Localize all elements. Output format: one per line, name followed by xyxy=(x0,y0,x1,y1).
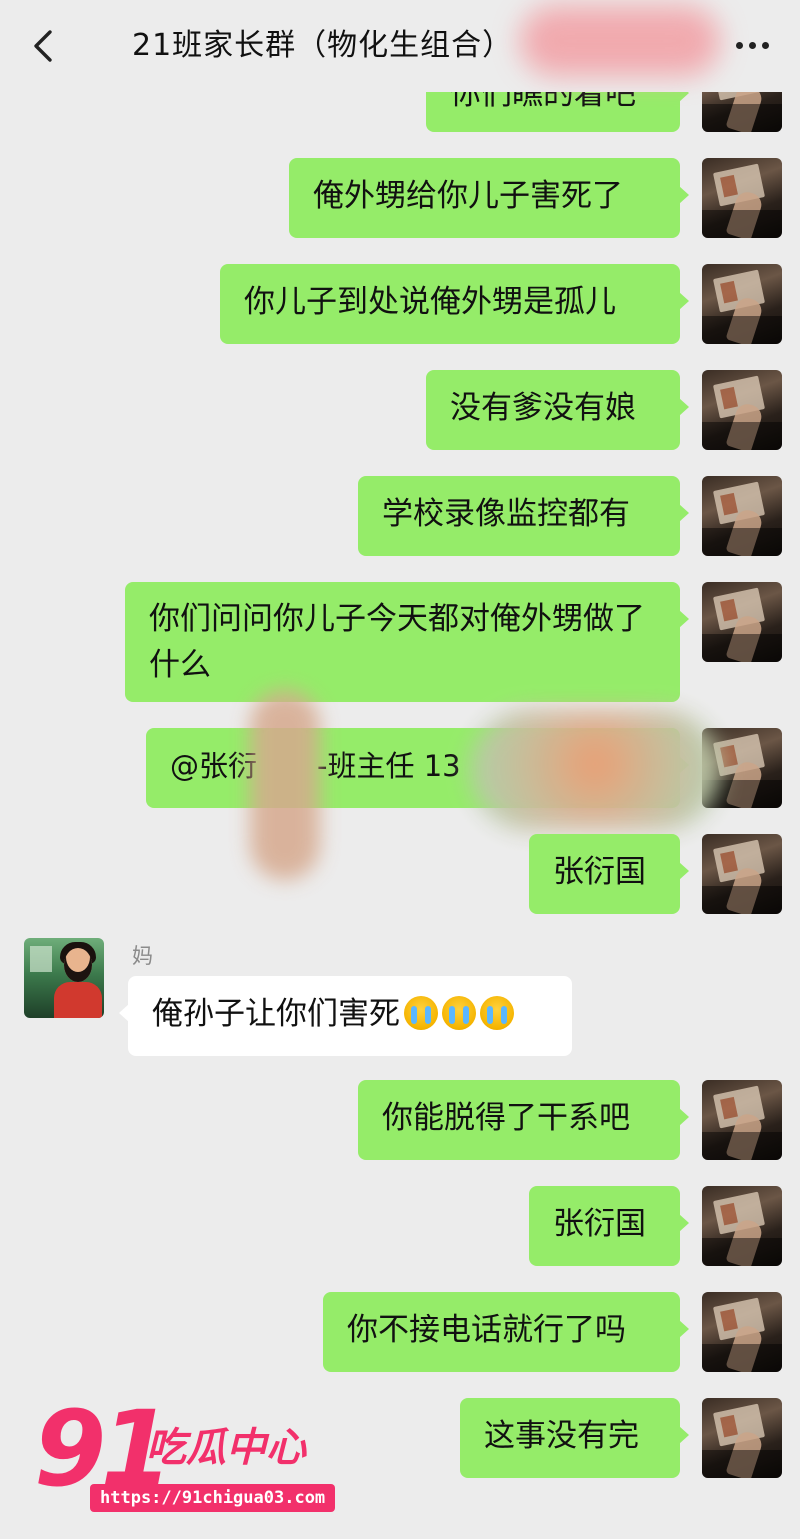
message-text: 俺外甥给你儿子害死了 xyxy=(313,178,623,214)
message-text: 俺孙子让你们害死 xyxy=(152,996,400,1032)
sender-avatar[interactable] xyxy=(702,158,782,238)
message-text: 你们问问你儿子今天都对俺外甥做了什么 xyxy=(149,601,645,683)
message-bubble[interactable]: 学校录像监控都有 xyxy=(358,476,689,556)
redaction-blur xyxy=(250,690,320,880)
mention-text-start: @张衍 xyxy=(170,749,258,783)
message-text: 没有爹没有娘 xyxy=(450,390,636,426)
message-bubble[interactable]: 张衍国 xyxy=(529,834,689,914)
sender-avatar[interactable] xyxy=(702,476,782,556)
sender-avatar[interactable] xyxy=(702,1398,782,1478)
sender-avatar[interactable] xyxy=(702,582,782,662)
sender-avatar[interactable] xyxy=(702,834,782,914)
message-bubble[interactable]: 这事没有完 xyxy=(460,1398,689,1478)
message-bubble[interactable]: 你儿子到处说俺外甥是孤儿 xyxy=(220,264,689,344)
chat-header: 21班家长群（物化生组合） xyxy=(0,0,800,92)
crying-emoji-icon xyxy=(404,996,438,1030)
sender-avatar[interactable] xyxy=(702,264,782,344)
crying-emoji-icon xyxy=(442,996,476,1030)
watermark-name: 吃瓜中心 xyxy=(146,1425,306,1471)
message-bubble[interactable]: 没有爹没有娘 xyxy=(426,370,689,450)
sender-avatar[interactable] xyxy=(702,1080,782,1160)
message-text: 张衍国 xyxy=(553,1206,646,1242)
message-bubble[interactable]: 你能脱得了干系吧 xyxy=(358,1080,689,1160)
mention-text-end: -班主任 13 xyxy=(317,749,461,783)
message-bubble[interactable]: 俺孙子让你们害死 xyxy=(119,976,572,1056)
redaction-blur xyxy=(470,710,720,830)
crying-emoji-icon xyxy=(480,996,514,1030)
chat-title: 21班家长群（物化生组合） xyxy=(132,28,514,63)
other-sender-avatar[interactable] xyxy=(24,938,104,1018)
sender-avatar[interactable] xyxy=(702,370,782,450)
message-bubble[interactable]: 张衍国 xyxy=(529,1186,689,1266)
message-bubble[interactable]: 你不接电话就行了吗 xyxy=(323,1292,689,1372)
message-text: 你能脱得了干系吧 xyxy=(382,1100,630,1136)
message-text: 学校录像监控都有 xyxy=(382,496,630,532)
watermark-logo: 91 吃瓜中心 https://91chigua03.com xyxy=(34,1394,336,1520)
message-text: 你儿子到处说俺外甥是孤儿 xyxy=(244,284,616,320)
chevron-left-icon[interactable] xyxy=(28,28,58,64)
watermark-url: https://91chigua03.com xyxy=(90,1484,336,1512)
message-text: 你不接电话就行了吗 xyxy=(347,1312,626,1348)
sender-avatar[interactable] xyxy=(702,1292,782,1372)
message-bubble[interactable]: 你们问问你儿子今天都对俺外甥做了什么 xyxy=(125,582,689,702)
redaction-blur xyxy=(520,6,720,76)
more-dots-icon[interactable] xyxy=(732,40,772,52)
message-bubble[interactable]: 俺外甥给你儿子害死了 xyxy=(289,158,689,238)
message-text: 张衍国 xyxy=(553,854,646,890)
sender-name: 妈 xyxy=(132,944,153,968)
sender-avatar[interactable] xyxy=(702,1186,782,1266)
message-text: 这事没有完 xyxy=(484,1418,639,1454)
